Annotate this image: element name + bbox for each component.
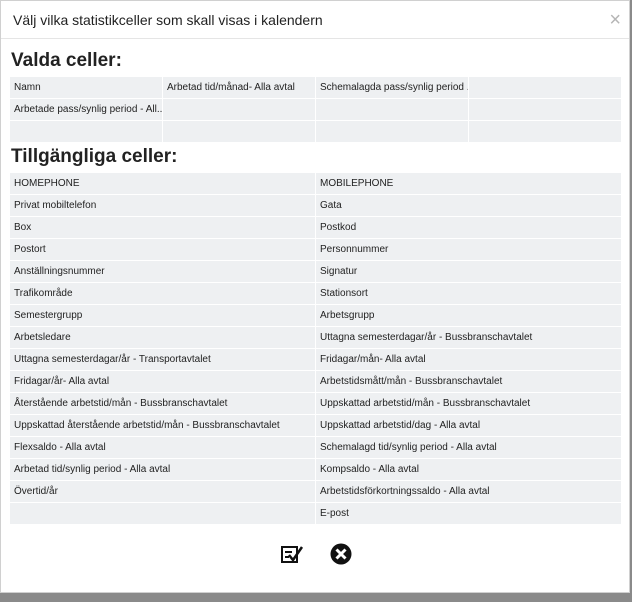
available-cell[interactable]: Box [10,217,316,239]
available-cell[interactable]: Schemalagd tid/synlig period - Alla avta… [316,437,622,459]
available-cell[interactable]: Återstående arbetstid/mån - Bussbranscha… [10,393,316,415]
dialog-title: Välj vilka statistikceller som skall vis… [13,12,323,28]
available-cell[interactable]: Postort [10,239,316,261]
available-cell[interactable]: Uttagna semesterdagar/år - Bussbranschav… [316,327,622,349]
available-cell[interactable]: Uppskattad arbetstid/dag - Alla avtal [316,415,622,437]
available-cell[interactable]: Gata [316,195,622,217]
available-cell[interactable]: Stationsort [316,283,622,305]
selected-cells-heading: Valda celler: [11,50,122,71]
selected-cell[interactable]: Arbetad tid/månad- Alla avtal [163,77,316,99]
available-cell[interactable]: Fridagar/år- Alla avtal [10,371,316,393]
cancel-button[interactable] [328,541,354,567]
checklist-confirm-icon [281,546,304,563]
statistics-cells-dialog: Välj vilka statistikceller som skall vis… [0,0,630,593]
circle-x-cancel-icon [330,543,352,565]
selected-cells-grid: Namn Arbetad tid/månad- Alla avtal Schemal… [10,77,622,143]
available-cell[interactable]: Fridagar/mån- Alla avtal [316,349,622,371]
selected-cell[interactable] [469,77,622,99]
available-cell[interactable]: Anställningsnummer [10,261,316,283]
available-cell[interactable]: Arbetsgrupp [316,305,622,327]
dialog-footer [1,541,631,571]
available-cell[interactable]: Signatur [316,261,622,283]
available-cell[interactable]: Postkod [316,217,622,239]
selected-cell[interactable]: Arbetade pass/synlig period - All... [10,99,163,121]
close-icon[interactable]: × [609,10,621,30]
selected-cell[interactable] [316,121,469,143]
available-cell[interactable]: Trafikområde [10,283,316,305]
available-cell[interactable]: Arbetsledare [10,327,316,349]
available-cell[interactable]: E-post [316,503,622,525]
dialog-header: Välj vilka statistikceller som skall vis… [1,1,629,39]
available-cell[interactable] [10,503,316,525]
selected-cell[interactable]: Schemalagda pass/synlig period ... [316,77,469,99]
selected-cell[interactable] [163,99,316,121]
available-cell[interactable]: HOMEPHONE [10,173,316,195]
selected-cell[interactable] [163,121,316,143]
available-cell[interactable]: Personnummer [316,239,622,261]
available-cell[interactable]: Arbetstidsmått/mån - Bussbranschavtalet [316,371,622,393]
selected-cell[interactable]: Namn [10,77,163,99]
selected-cell[interactable] [469,99,622,121]
available-cell[interactable]: MOBILEPHONE [316,173,622,195]
available-cell[interactable]: Övertid/år [10,481,316,503]
available-cell[interactable]: Arbetad tid/synlig period - Alla avtal [10,459,316,481]
selected-cell[interactable] [316,99,469,121]
available-cell[interactable]: Uppskattad arbetstid/mån - Bussbranschav… [316,393,622,415]
available-cell[interactable]: Flexsaldo - Alla avtal [10,437,316,459]
available-cells-grid: HOMEPHONE MOBILEPHONE Privat mobiltelefon G… [10,173,622,525]
selected-cell[interactable] [469,121,622,143]
selected-cell[interactable] [10,121,163,143]
available-cell[interactable]: Kompsaldo - Alla avtal [316,459,622,481]
available-cell[interactable]: Uttagna semesterdagar/år - Transportavta… [10,349,316,371]
available-cells-heading: Tillgängliga celler: [11,146,178,167]
available-cell[interactable]: Privat mobiltelefon [10,195,316,217]
available-cell[interactable]: Arbetstidsförkortningssaldo - Alla avtal [316,481,622,503]
confirm-button[interactable] [279,541,305,567]
available-cell[interactable]: Semestergrupp [10,305,316,327]
available-cell[interactable]: Uppskattad återstående arbetstid/mån - B… [10,415,316,437]
